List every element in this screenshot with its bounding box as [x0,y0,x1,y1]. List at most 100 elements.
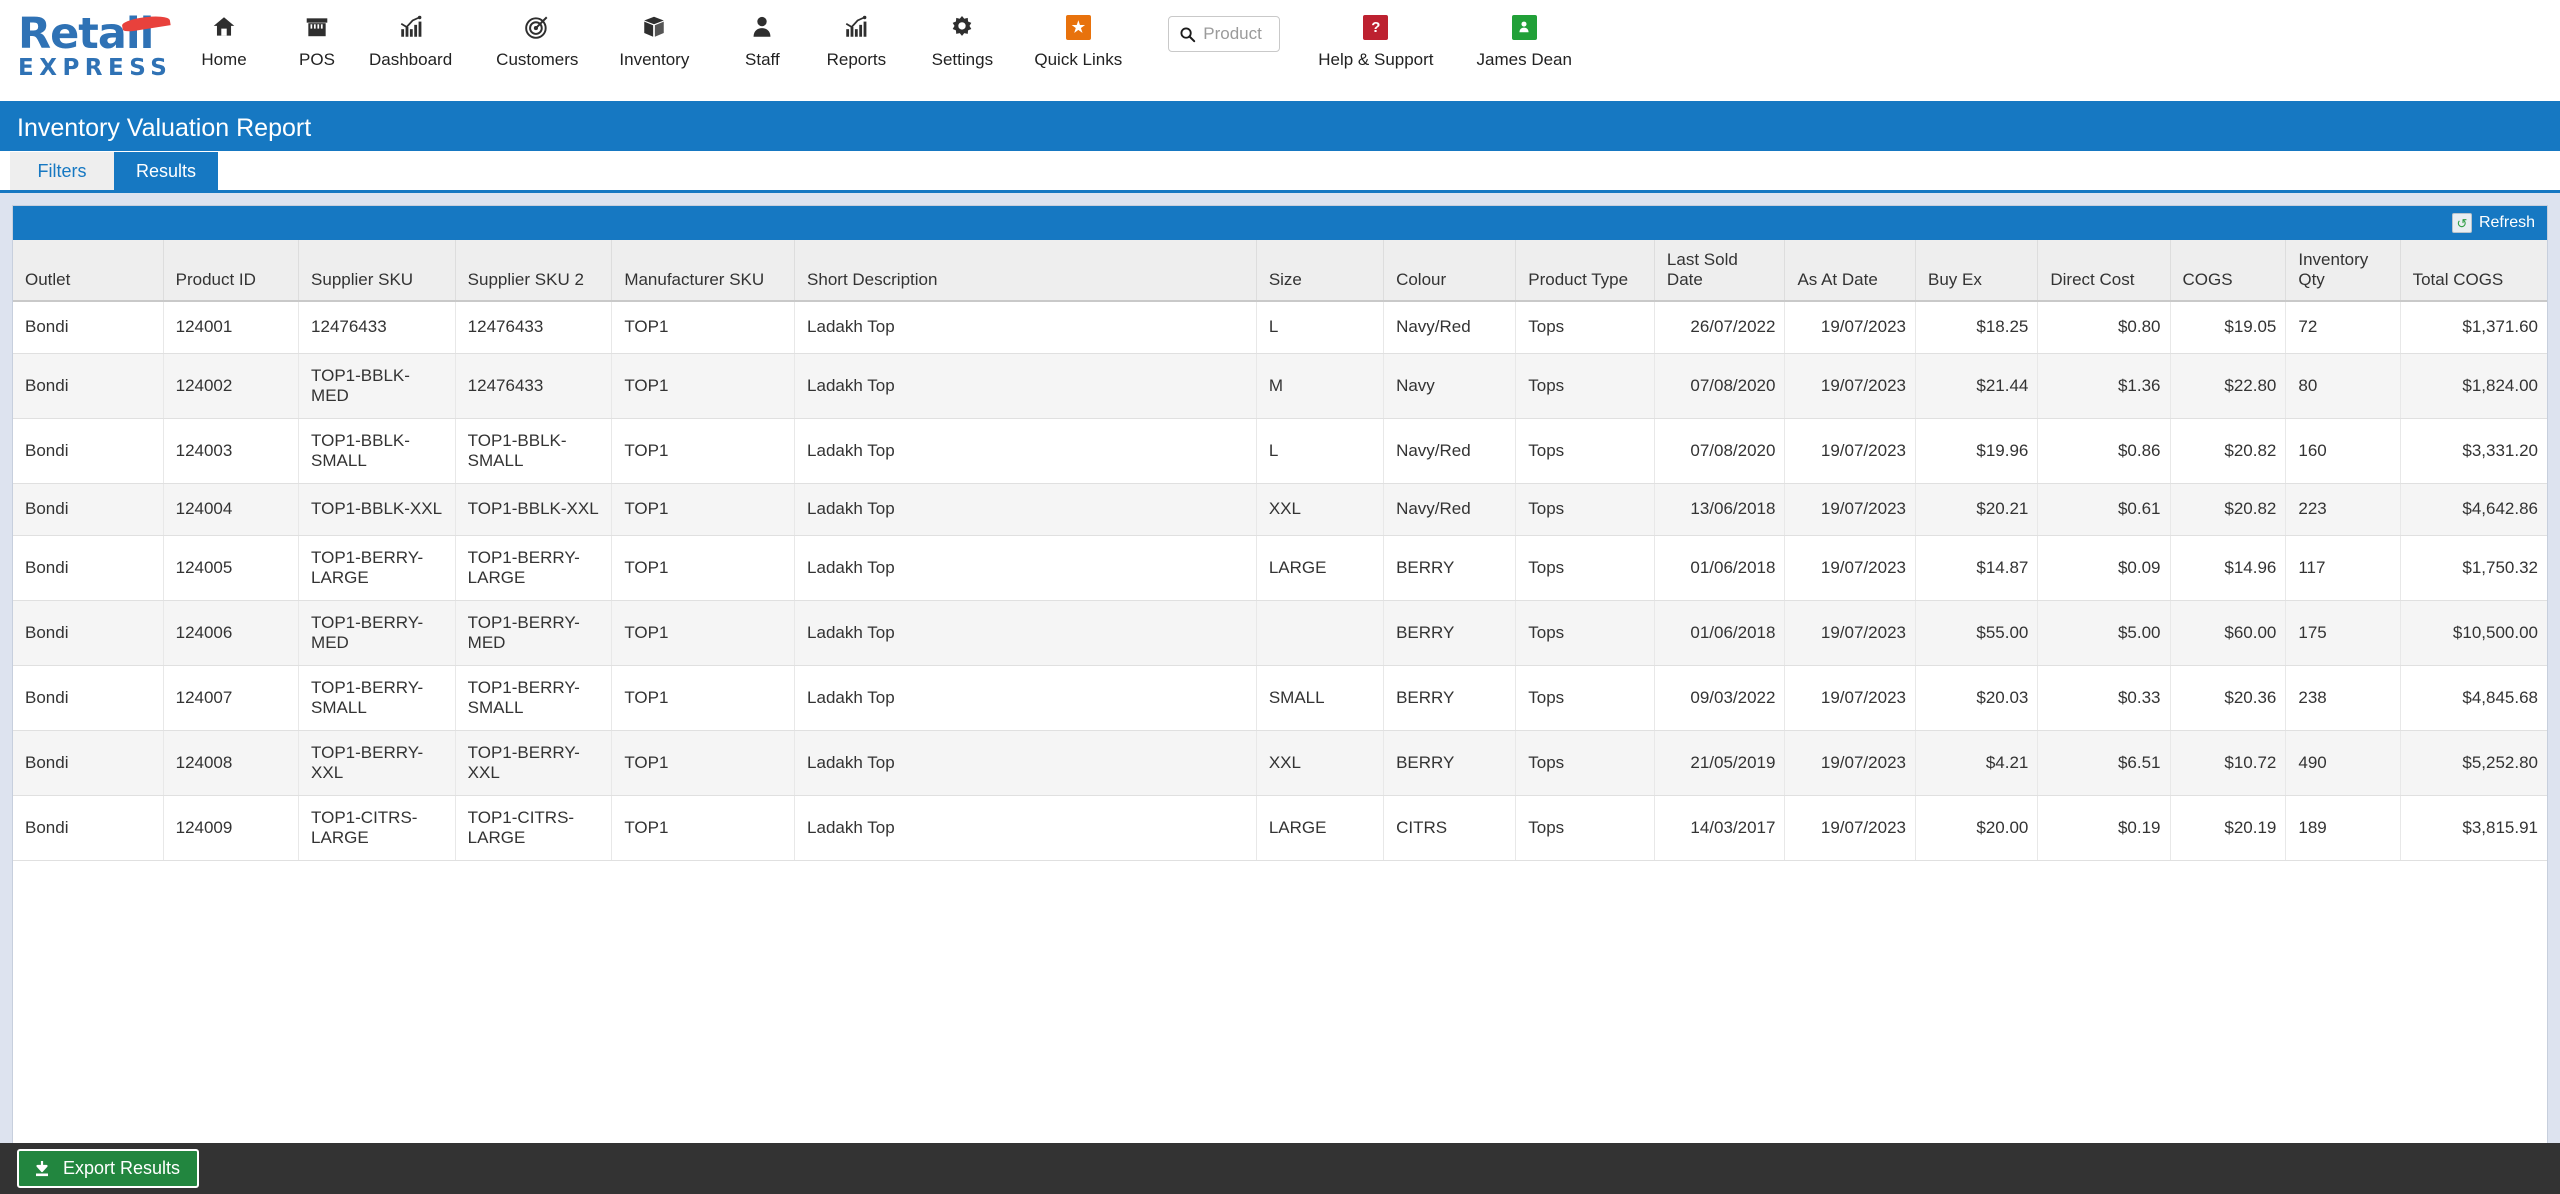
column-header-short-desc[interactable]: Short Description [794,240,1257,302]
nav-item-dashboard[interactable]: Dashboard [369,12,452,70]
retail-express-logo[interactable]: Retail EXPRESS [0,0,180,81]
export-results-button[interactable]: Export Results [17,1149,200,1188]
cell-colour: Navy/Red [1383,418,1517,484]
nav-item-label: POS [299,50,335,69]
chart-icon [398,12,424,42]
nav-item-label: Settings [931,50,994,69]
cell-last-sold: 13/06/2018 [1654,483,1786,536]
cell-as-at: 19/07/2023 [1784,665,1916,731]
cell-product-id: 124009 [163,795,300,861]
table-row[interactable]: Bondi 124003 TOP1-BBLK-SMALL TOP1-BBLK-SMAL… [13,418,2547,484]
column-header-product-type[interactable]: Product Type [1515,240,1655,302]
cell-total-cogs: $5,252.80 [2400,730,2547,796]
nav-item-label: Quick Links [1034,50,1123,69]
export-results-label: Export Results [63,1158,181,1178]
cell-product-type: Tops [1515,795,1655,861]
column-header-direct-cost[interactable]: Direct Cost [2037,240,2171,302]
nav-item-pos[interactable]: POS [281,12,353,70]
nav-item-staff[interactable]: Staff [726,12,798,70]
nav-item-help-support[interactable]: ? Help & Support [1318,12,1434,70]
nav-item-label: Dashboard [369,50,453,69]
cell-mfr-sku: TOP1 [611,665,796,731]
cell-inventory-qty: 238 [2285,665,2401,731]
column-header-supplier-sku2[interactable]: Supplier SKU 2 [455,240,613,302]
cell-inventory-qty: 490 [2285,730,2401,796]
table-row[interactable]: Bondi 124008 TOP1-BERRY-XXL TOP1-BERRY-XXL T… [13,730,2547,796]
cell-supplier-sku2: TOP1-BBLK-SMALL [455,418,613,484]
cell-short-desc: Ladakh Top [794,535,1257,601]
column-header-cogs[interactable]: COGS [2170,240,2287,302]
cell-total-cogs: $10,500.00 [2400,600,2547,666]
column-header-product-id[interactable]: Product ID [163,240,300,302]
person-icon [749,12,775,42]
column-header-size[interactable]: Size [1256,240,1385,302]
star-icon: ★ [1065,12,1091,42]
column-header-total-cogs[interactable]: Total COGS [2400,240,2547,302]
refresh-button[interactable]: ↺ Refresh [2451,213,2535,233]
cell-colour: Navy/Red [1383,483,1517,536]
cell-last-sold: 07/08/2020 [1654,418,1786,484]
cell-as-at: 19/07/2023 [1784,730,1916,796]
nav-item-label: Home [201,50,247,69]
cell-buy-ex: $55.00 [1915,600,2039,666]
cell-last-sold: 01/06/2018 [1654,535,1786,601]
column-header-mfr-sku[interactable]: Manufacturer SKU [611,240,796,302]
cell-short-desc: Ladakh Top [794,483,1257,536]
cell-buy-ex: $21.44 [1915,353,2039,419]
table-row[interactable]: Bondi 124006 TOP1-BERRY-MED TOP1-BERRY-MED T… [13,600,2547,666]
table-header: Outlet Product ID Supplier SKU Supplier SKU… [13,240,2547,302]
table-row[interactable]: Bondi 124007 TOP1-BERRY-SMALL TOP1-BERRY-SM… [13,665,2547,731]
nav-item-home[interactable]: Home [188,12,260,70]
cell-mfr-sku: TOP1 [611,600,796,666]
nav-item-james-dean[interactable]: James Dean [1477,12,1572,70]
column-header-as-at[interactable]: As At Date [1784,240,1916,302]
cell-supplier-sku: TOP1-BBLK-MED [298,353,456,419]
search-input[interactable] [1203,24,1270,44]
cell-cogs: $20.82 [2170,483,2287,536]
table-row[interactable]: Bondi 124002 TOP1-BBLK-MED 12476433 TOP1 Lada… [13,353,2547,419]
cell-colour: BERRY [1383,535,1517,601]
nav-item-quick-links[interactable]: ★ Quick Links [1034,12,1122,70]
cell-last-sold: 01/06/2018 [1654,600,1786,666]
cell-total-cogs: $3,331.20 [2400,418,2547,484]
cell-as-at: 19/07/2023 [1784,795,1916,861]
user-badge-icon [1511,12,1537,42]
cell-short-desc: Ladakh Top [794,795,1257,861]
table-row[interactable]: Bondi 124001 12476433 12476433 TOP1 Ladakh To… [13,301,2547,354]
product-search-box[interactable] [1168,16,1281,52]
cell-supplier-sku2: TOP1-BERRY-MED [455,600,613,666]
cell-direct-cost: $5.00 [2037,600,2171,666]
nav-item-label: Customers [496,50,579,69]
nav-item-settings[interactable]: Settings [926,12,998,70]
cell-colour: Navy [1383,353,1517,419]
cell-supplier-sku2: TOP1-CITRS-LARGE [455,795,613,861]
cell-size: XXL [1256,730,1385,796]
cell-product-type: Tops [1515,301,1655,354]
column-header-supplier-sku[interactable]: Supplier SKU [298,240,456,302]
cell-product-type: Tops [1515,535,1655,601]
cell-product-id: 124004 [163,483,300,536]
table-row[interactable]: Bondi 124009 TOP1-CITRS-LARGE TOP1-CITRS-LA… [13,795,2547,861]
cell-outlet: Bondi [13,665,164,731]
table-row[interactable]: Bondi 124005 TOP1-BERRY-LARGE TOP1-BERRY-LA… [13,535,2547,601]
column-header-outlet[interactable]: Outlet [13,240,164,302]
tab-filters[interactable]: Filters [10,152,114,190]
cell-buy-ex: $20.03 [1915,665,2039,731]
tab-results[interactable]: Results [114,152,218,190]
cell-total-cogs: $1,750.32 [2400,535,2547,601]
search-icon [1179,26,1196,43]
nav-item-reports[interactable]: Reports [820,12,892,70]
column-header-buy-ex[interactable]: Buy Ex [1915,240,2039,302]
cell-buy-ex: $14.87 [1915,535,2039,601]
cell-cogs: $60.00 [2170,600,2287,666]
page-title-bar: Inventory Valuation Report [0,105,2560,151]
nav-item-inventory[interactable]: Inventory [618,12,690,70]
column-header-last-sold[interactable]: Last Sold Date [1654,240,1786,302]
page-title: Inventory Valuation Report [17,113,312,142]
table-row[interactable]: Bondi 124004 TOP1-BBLK-XXL TOP1-BBLK-XXL TOP… [13,483,2547,536]
column-header-inventory-qty[interactable]: Inventory Qty [2285,240,2401,302]
nav-item-label: Staff [745,50,780,69]
column-header-colour[interactable]: Colour [1383,240,1517,302]
cell-direct-cost: $0.80 [2037,301,2171,354]
nav-item-customers[interactable]: Customers [496,12,578,70]
